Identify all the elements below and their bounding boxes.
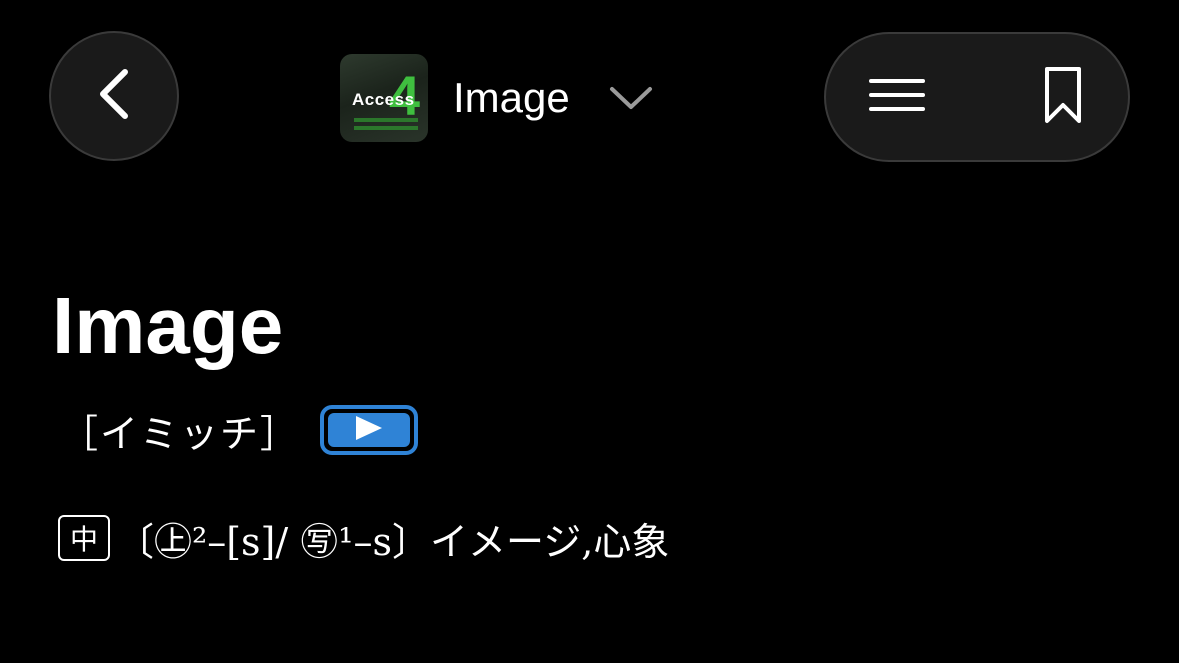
play-icon	[354, 415, 384, 445]
play-button-face	[328, 413, 411, 447]
action-bar	[824, 32, 1130, 162]
pronunciation-row: ［イミッチ］	[60, 404, 419, 456]
bookmark-button[interactable]	[1028, 62, 1098, 132]
cover-stripe	[354, 118, 418, 122]
pronunciation: ［イミッチ］	[60, 411, 301, 456]
cover-stripe	[354, 126, 418, 130]
menu-button[interactable]	[862, 62, 932, 132]
chevron-down-icon[interactable]	[608, 84, 654, 112]
cover-label: Access	[352, 90, 415, 109]
level-badge: 中	[58, 515, 110, 561]
header-title: Image	[453, 74, 570, 121]
dictionary-cover-icon: 4 Access	[340, 54, 428, 142]
entry-headword: Image	[52, 281, 284, 370]
play-audio-button[interactable]	[320, 405, 419, 455]
chevron-left-icon	[97, 68, 131, 124]
back-button[interactable]	[49, 31, 179, 161]
dictionary-switcher[interactable]: 4 Access Image	[340, 54, 654, 142]
bookmark-icon	[1043, 65, 1083, 129]
definition-row: 中 〔㊤²–[s]/ ㊢¹–s〕イメージ,心象	[58, 510, 669, 566]
menu-icon	[869, 78, 925, 116]
definition-text: 〔㊤²–[s]/ ㊢¹–s〕イメージ,心象	[116, 519, 670, 564]
